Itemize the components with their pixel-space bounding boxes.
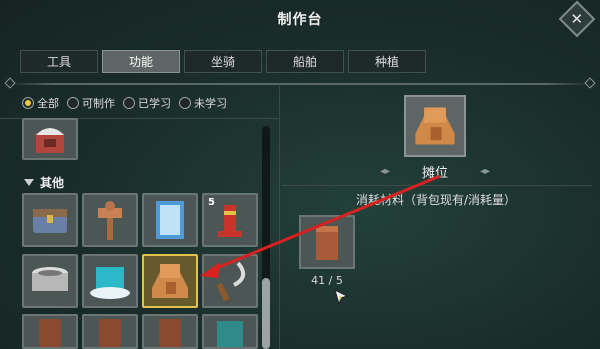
tab-ships[interactable]: 船舶	[266, 50, 344, 73]
item-preview	[404, 95, 466, 157]
item-name: 摊位	[421, 166, 448, 181]
filter-label: 已学习	[138, 97, 171, 110]
teal-chest-icon	[217, 320, 243, 347]
crafting-window: 制作台 ✕ 工具 功能 坐骑 船舶 种植 全部 可制作 已学习 未学习 其他 5…	[0, 0, 600, 349]
filter-all[interactable]: 全部	[22, 95, 59, 111]
recipe-slot-teal-chest[interactable]	[202, 314, 258, 349]
sickle-icon	[216, 261, 246, 302]
recipe-slot-door[interactable]	[82, 314, 138, 349]
arrows-right-icon: ◂▸	[479, 166, 490, 177]
door-icon	[39, 318, 61, 347]
door-icon	[99, 318, 121, 347]
recipe-slot-firework[interactable]: 5	[202, 193, 258, 247]
recipe-slot-signpost[interactable]	[82, 193, 138, 247]
recipe-slot-door[interactable]	[22, 314, 78, 349]
recipe-slot-door[interactable]	[142, 314, 198, 349]
signpost-icon	[98, 201, 122, 240]
panel-divider	[279, 86, 280, 349]
recipe-slot-chest[interactable]	[22, 193, 78, 247]
scrollbar-thumb[interactable]	[262, 278, 270, 349]
category-header[interactable]: 其他	[24, 174, 64, 191]
filter-learned[interactable]: 已学习	[123, 95, 171, 111]
detail-divider	[282, 185, 592, 186]
materials-label: 消耗材料（背包现有/消耗量）	[355, 193, 517, 207]
door-icon	[159, 318, 181, 347]
category-label: 其他	[40, 176, 65, 190]
item-count: 5	[208, 197, 215, 208]
close-icon: ✕	[570, 9, 584, 28]
category-tabs: 工具 功能 坐骑 船舶 种植	[20, 50, 426, 73]
filter-craftable[interactable]: 可制作	[67, 95, 115, 111]
filter-label: 未学习	[194, 97, 227, 110]
tab-function[interactable]: 功能	[102, 50, 180, 73]
divider-ornament	[584, 77, 596, 89]
stone-basin-icon	[32, 267, 68, 291]
recipe-slot-mirror[interactable]	[142, 193, 198, 247]
radio-button[interactable]	[22, 97, 34, 109]
title-bar: 制作台	[0, 0, 600, 38]
filter-label: 可制作	[82, 97, 115, 110]
divider-ornament	[4, 77, 16, 89]
cursor-icon	[334, 289, 349, 306]
radio-button[interactable]	[179, 97, 191, 109]
material-count: 41 / 5	[311, 274, 343, 287]
recipe-slot-stall[interactable]	[142, 254, 198, 308]
material-slot[interactable]	[299, 215, 355, 269]
recipe-slot-mailbox[interactable]	[22, 118, 78, 160]
tab-tools[interactable]: 工具	[20, 50, 98, 73]
radio-button[interactable]	[67, 97, 79, 109]
fountain-icon	[90, 267, 130, 299]
recipe-slot-sickle[interactable]	[202, 254, 258, 308]
mirror-icon	[156, 201, 184, 239]
filter-label: 全部	[37, 97, 59, 110]
stall-icon	[415, 107, 455, 145]
tab-mounts[interactable]: 坐骑	[184, 50, 262, 73]
window-title: 制作台	[277, 12, 323, 28]
chest-icon	[33, 209, 67, 233]
radio-button[interactable]	[123, 97, 135, 109]
header-divider	[8, 83, 592, 85]
mailbox-icon	[36, 128, 64, 153]
collapse-triangle-icon	[24, 179, 34, 186]
stall-icon	[152, 264, 188, 298]
wood-plank-icon	[316, 226, 338, 260]
tab-planting[interactable]: 种植	[348, 50, 426, 73]
recipe-slot-stone-basin[interactable]	[22, 254, 78, 308]
firework-icon	[218, 205, 242, 237]
recipe-slot-fountain[interactable]	[82, 254, 138, 308]
item-name-row: ◂▸ 摊位 ◂▸	[380, 162, 490, 181]
filter-group: 全部 可制作 已学习 未学习	[22, 95, 227, 111]
arrows-left-icon: ◂▸	[380, 166, 391, 177]
filter-unlearned[interactable]: 未学习	[179, 95, 227, 111]
